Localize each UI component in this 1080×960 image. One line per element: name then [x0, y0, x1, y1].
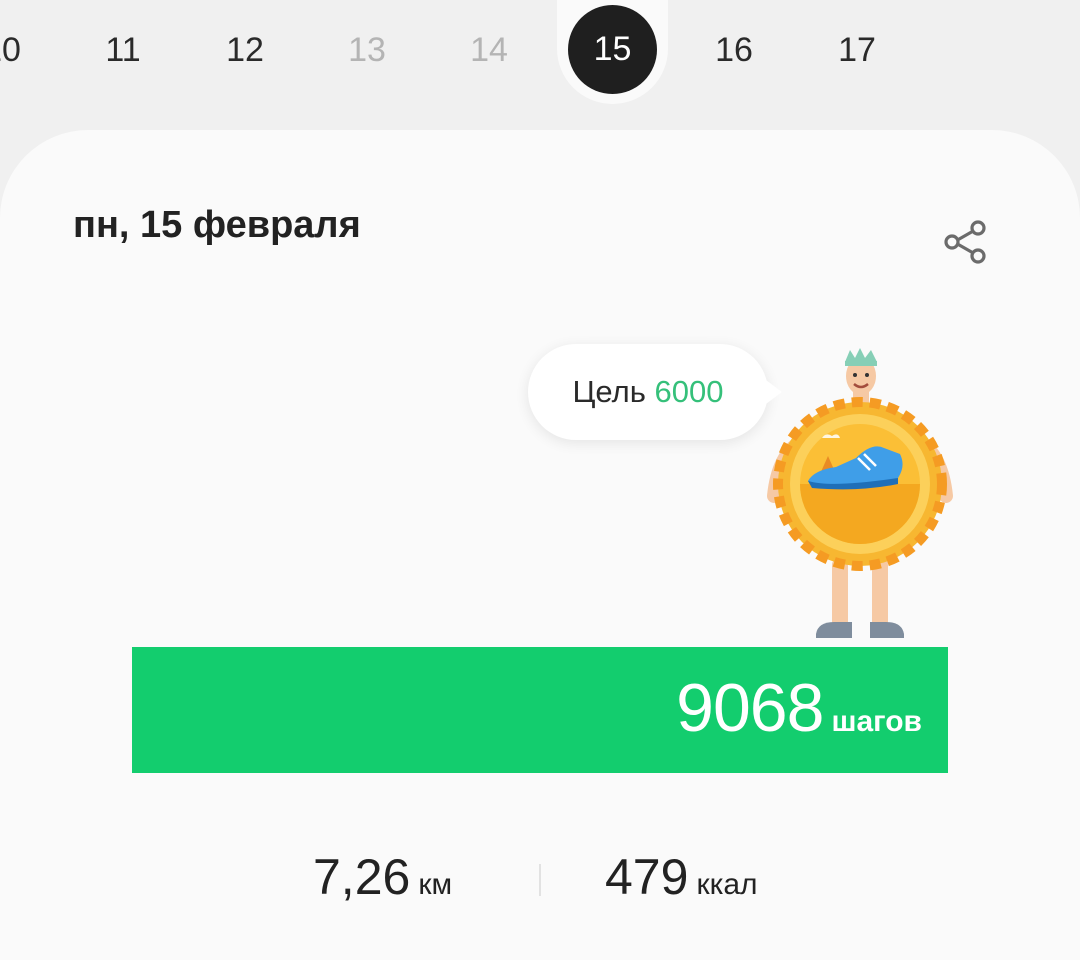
mascot-goal-badge-illustration — [767, 348, 953, 638]
calories-stat: 479 ккал — [605, 848, 758, 906]
date-item-16[interactable]: 16 — [694, 22, 774, 78]
daily-steps-card: пн, 15 февраля Цель 6000 9068 шагов 7,26… — [0, 130, 1080, 960]
date-item-14[interactable]: 14 — [449, 22, 529, 78]
date-item-15-selected[interactable]: 15 — [568, 5, 657, 94]
distance-unit: км — [418, 868, 453, 901]
calories-value: 479 — [605, 849, 689, 905]
goal-value: 6000 — [654, 374, 724, 409]
date-item-13[interactable]: 13 — [327, 22, 407, 78]
date-item-12[interactable]: 12 — [205, 22, 285, 78]
date-item-10[interactable]: 10 — [0, 22, 42, 78]
calories-unit: ккал — [696, 868, 758, 901]
steps-count: 9068 — [676, 670, 824, 746]
steps-unit: шагов — [831, 705, 922, 738]
distance-value: 7,26 — [313, 849, 411, 905]
goal-label: Цель — [572, 374, 646, 409]
steps-readout: 9068 шагов — [676, 669, 922, 747]
share-icon — [944, 220, 986, 264]
goal-bubble: Цель 6000 — [528, 344, 782, 440]
share-button[interactable] — [936, 212, 996, 272]
distance-stat: 7,26 км — [313, 848, 452, 906]
page-title: пн, 15 февраля — [73, 204, 361, 246]
date-strip: 10 11 12 13 14 15 16 17 — [0, 0, 1080, 130]
stats-divider — [539, 864, 541, 896]
steps-progress-bar: 9068 шагов — [132, 647, 948, 773]
date-item-11[interactable]: 11 — [83, 22, 163, 78]
date-item-17[interactable]: 17 — [817, 22, 897, 78]
